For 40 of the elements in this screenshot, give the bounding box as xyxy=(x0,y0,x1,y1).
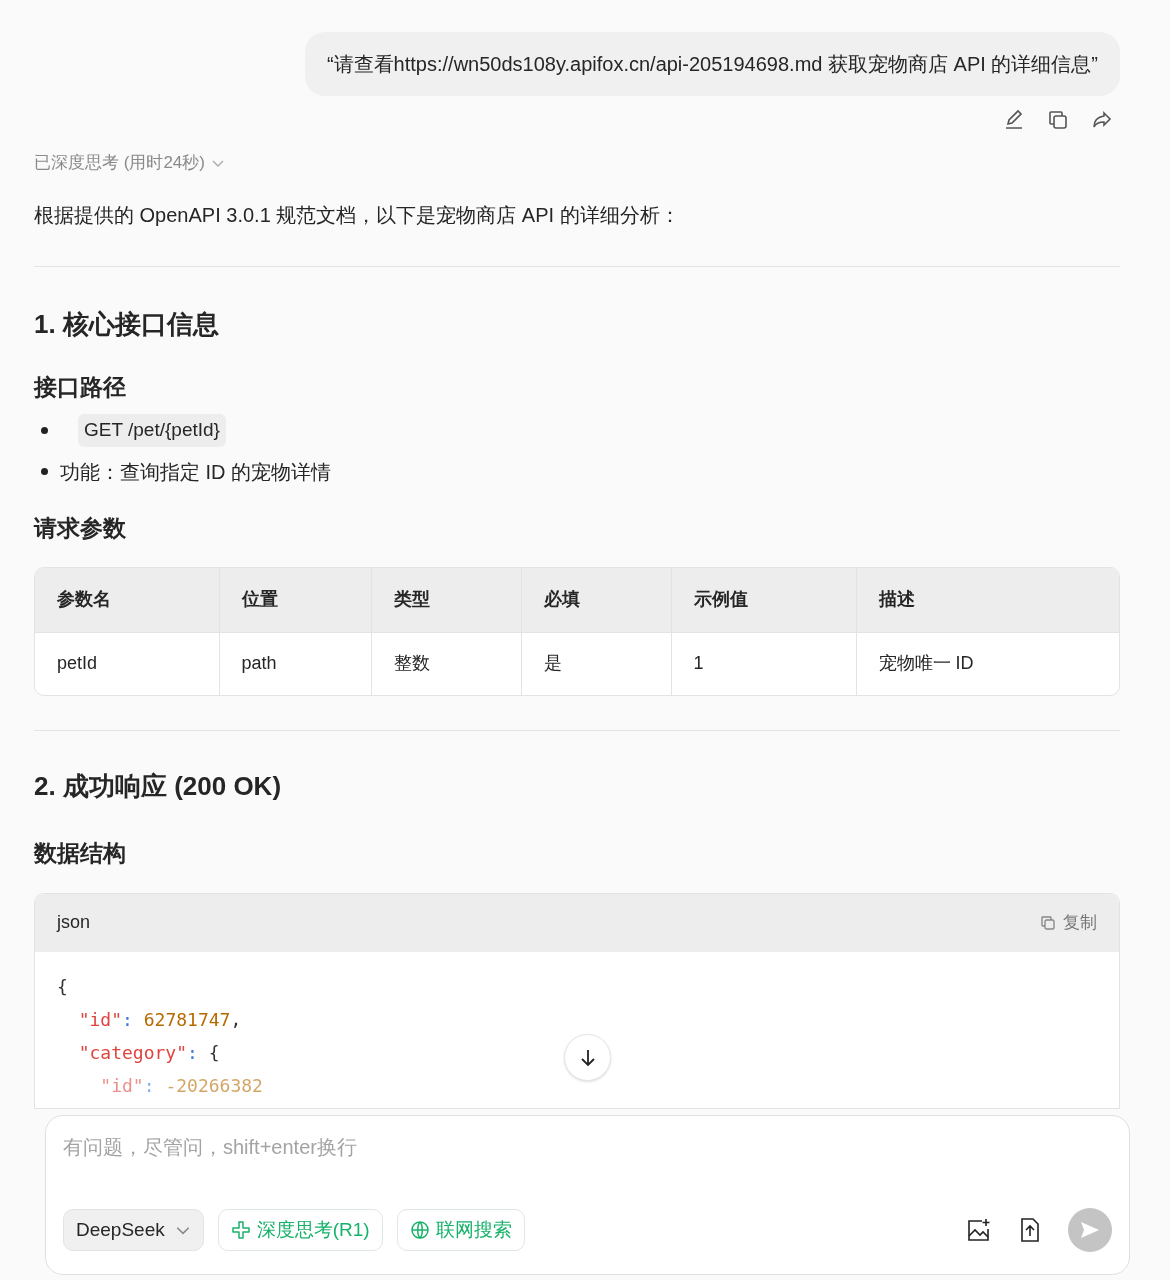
code-language: json xyxy=(57,911,91,934)
model-selector[interactable]: DeepSeek xyxy=(63,1209,204,1251)
table-cell: 是 xyxy=(521,632,671,695)
section-heading: 1. 核心接口信息 xyxy=(34,307,220,341)
table-cell: petId xyxy=(35,632,219,695)
column-header: 参数名 xyxy=(35,568,219,632)
thinking-toggle[interactable]: 已深度思考 (用时24秒) xyxy=(34,150,225,176)
file-upload-icon[interactable] xyxy=(1018,1217,1042,1243)
send-icon xyxy=(1079,1219,1101,1241)
answer-paragraph: 根据提供的 OpenAPI 3.0.1 规范文档，以下是宠物商店 API 的详细分析： xyxy=(34,202,681,228)
code-line: "id": -20266382 xyxy=(99,1073,263,1098)
copy-icon[interactable] xyxy=(1046,108,1070,132)
table-cell: path xyxy=(219,632,371,695)
table-cell: 宠物唯一 ID xyxy=(856,632,1119,695)
subsection-heading: 数据结构 xyxy=(34,839,127,868)
code-line: "category": { xyxy=(77,1040,220,1065)
column-header: 必填 xyxy=(521,568,671,632)
globe-icon xyxy=(409,1220,430,1240)
inline-code: GET /pet/{petId} xyxy=(78,414,226,447)
web-search-toggle[interactable]: 联网搜索 xyxy=(396,1209,525,1251)
column-header: 描述 xyxy=(856,568,1119,632)
message-input[interactable]: 有问题，尽管问，shift+enter换行 xyxy=(63,1132,1112,1162)
user-message: “请查看https://wn50ds108y.apifox.cn/api-205194698.md 获取宠物商店 API 的详细信息” xyxy=(304,32,1120,96)
column-header: 位置 xyxy=(219,568,371,632)
subsection-heading: 接口路径 xyxy=(34,372,127,402)
copy-button[interactable]: 复制 xyxy=(1039,909,1097,936)
copy-icon xyxy=(1039,913,1057,932)
code-line: "id": 62781747, xyxy=(77,1007,242,1032)
table-cell: 1 xyxy=(671,632,856,695)
image-upload-icon[interactable] xyxy=(966,1217,992,1243)
bullet-icon xyxy=(41,468,48,475)
section-heading: 2. 成功响应 (200 OK) xyxy=(34,770,283,803)
column-header: 类型 xyxy=(371,568,521,632)
bullet-text: 功能：查询指定 ID 的宠物详情 xyxy=(60,459,332,485)
code-line: { xyxy=(57,974,68,999)
bullet-icon xyxy=(41,426,48,434)
column-header: 示例值 xyxy=(671,568,856,632)
table-cell: 整数 xyxy=(371,632,521,695)
deep-think-toggle[interactable]: 深度思考(R1) xyxy=(217,1209,383,1251)
subsection-heading: 请求参数 xyxy=(34,513,127,543)
